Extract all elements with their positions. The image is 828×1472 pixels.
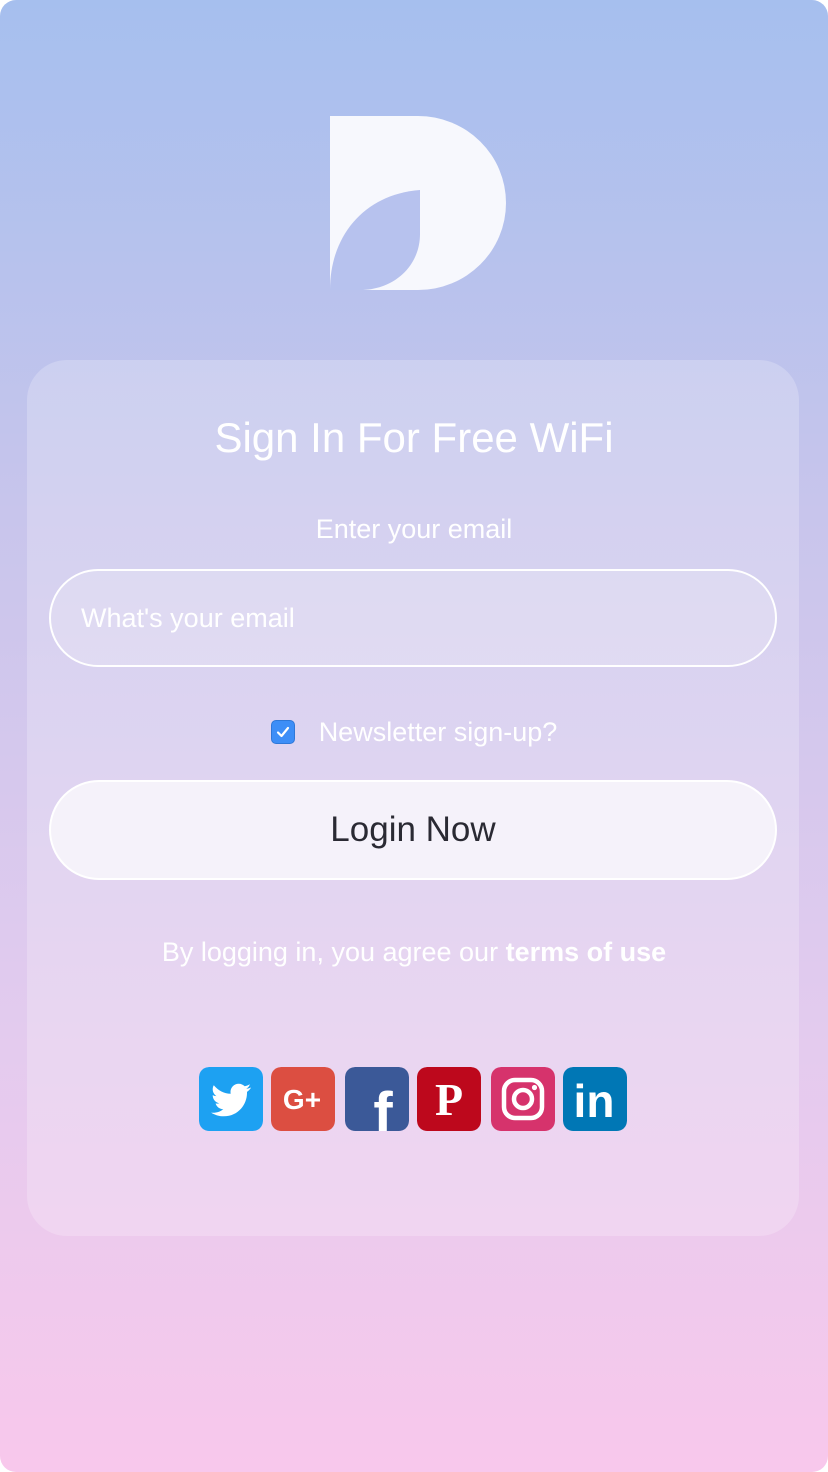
terms-prefix: By logging in, you agree our xyxy=(161,937,506,967)
google-plus-label: G+ xyxy=(283,1084,321,1115)
google-plus-button[interactable]: G+ xyxy=(271,1067,335,1131)
linkedin-icon: in xyxy=(563,1067,627,1131)
facebook-icon: f xyxy=(345,1067,409,1131)
newsletter-label[interactable]: Newsletter sign-up? xyxy=(319,717,558,748)
login-button[interactable]: Login Now xyxy=(49,780,777,880)
d-leaf-logo xyxy=(330,116,506,290)
social-login-bar: G+ f P in xyxy=(199,1067,629,1131)
linkedin-button[interactable]: in xyxy=(563,1067,627,1131)
email-input[interactable] xyxy=(49,569,777,667)
terms-text: By logging in, you agree our terms of us… xyxy=(0,934,828,970)
facebook-button[interactable]: f xyxy=(345,1067,409,1131)
twitter-button[interactable] xyxy=(199,1067,263,1131)
facebook-label: f xyxy=(373,1081,393,1131)
twitter-icon xyxy=(199,1067,263,1131)
screen: Sign In For Free WiFi Enter your email N… xyxy=(0,0,828,1472)
newsletter-checkbox[interactable] xyxy=(270,720,295,744)
checkmark-icon xyxy=(276,726,289,738)
linkedin-label: in xyxy=(574,1075,615,1127)
pinterest-label: P xyxy=(435,1074,463,1125)
newsletter-row: Newsletter sign-up? xyxy=(0,712,828,752)
pinterest-button[interactable]: P xyxy=(417,1067,481,1131)
instagram-button[interactable] xyxy=(491,1067,555,1131)
pinterest-icon: P xyxy=(417,1067,481,1131)
terms-of-use-link[interactable]: terms of use xyxy=(506,937,667,967)
page-title: Sign In For Free WiFi xyxy=(214,414,614,461)
email-label: Enter your email xyxy=(315,514,513,544)
instagram-icon xyxy=(491,1067,555,1131)
google-plus-icon: G+ xyxy=(271,1067,335,1131)
